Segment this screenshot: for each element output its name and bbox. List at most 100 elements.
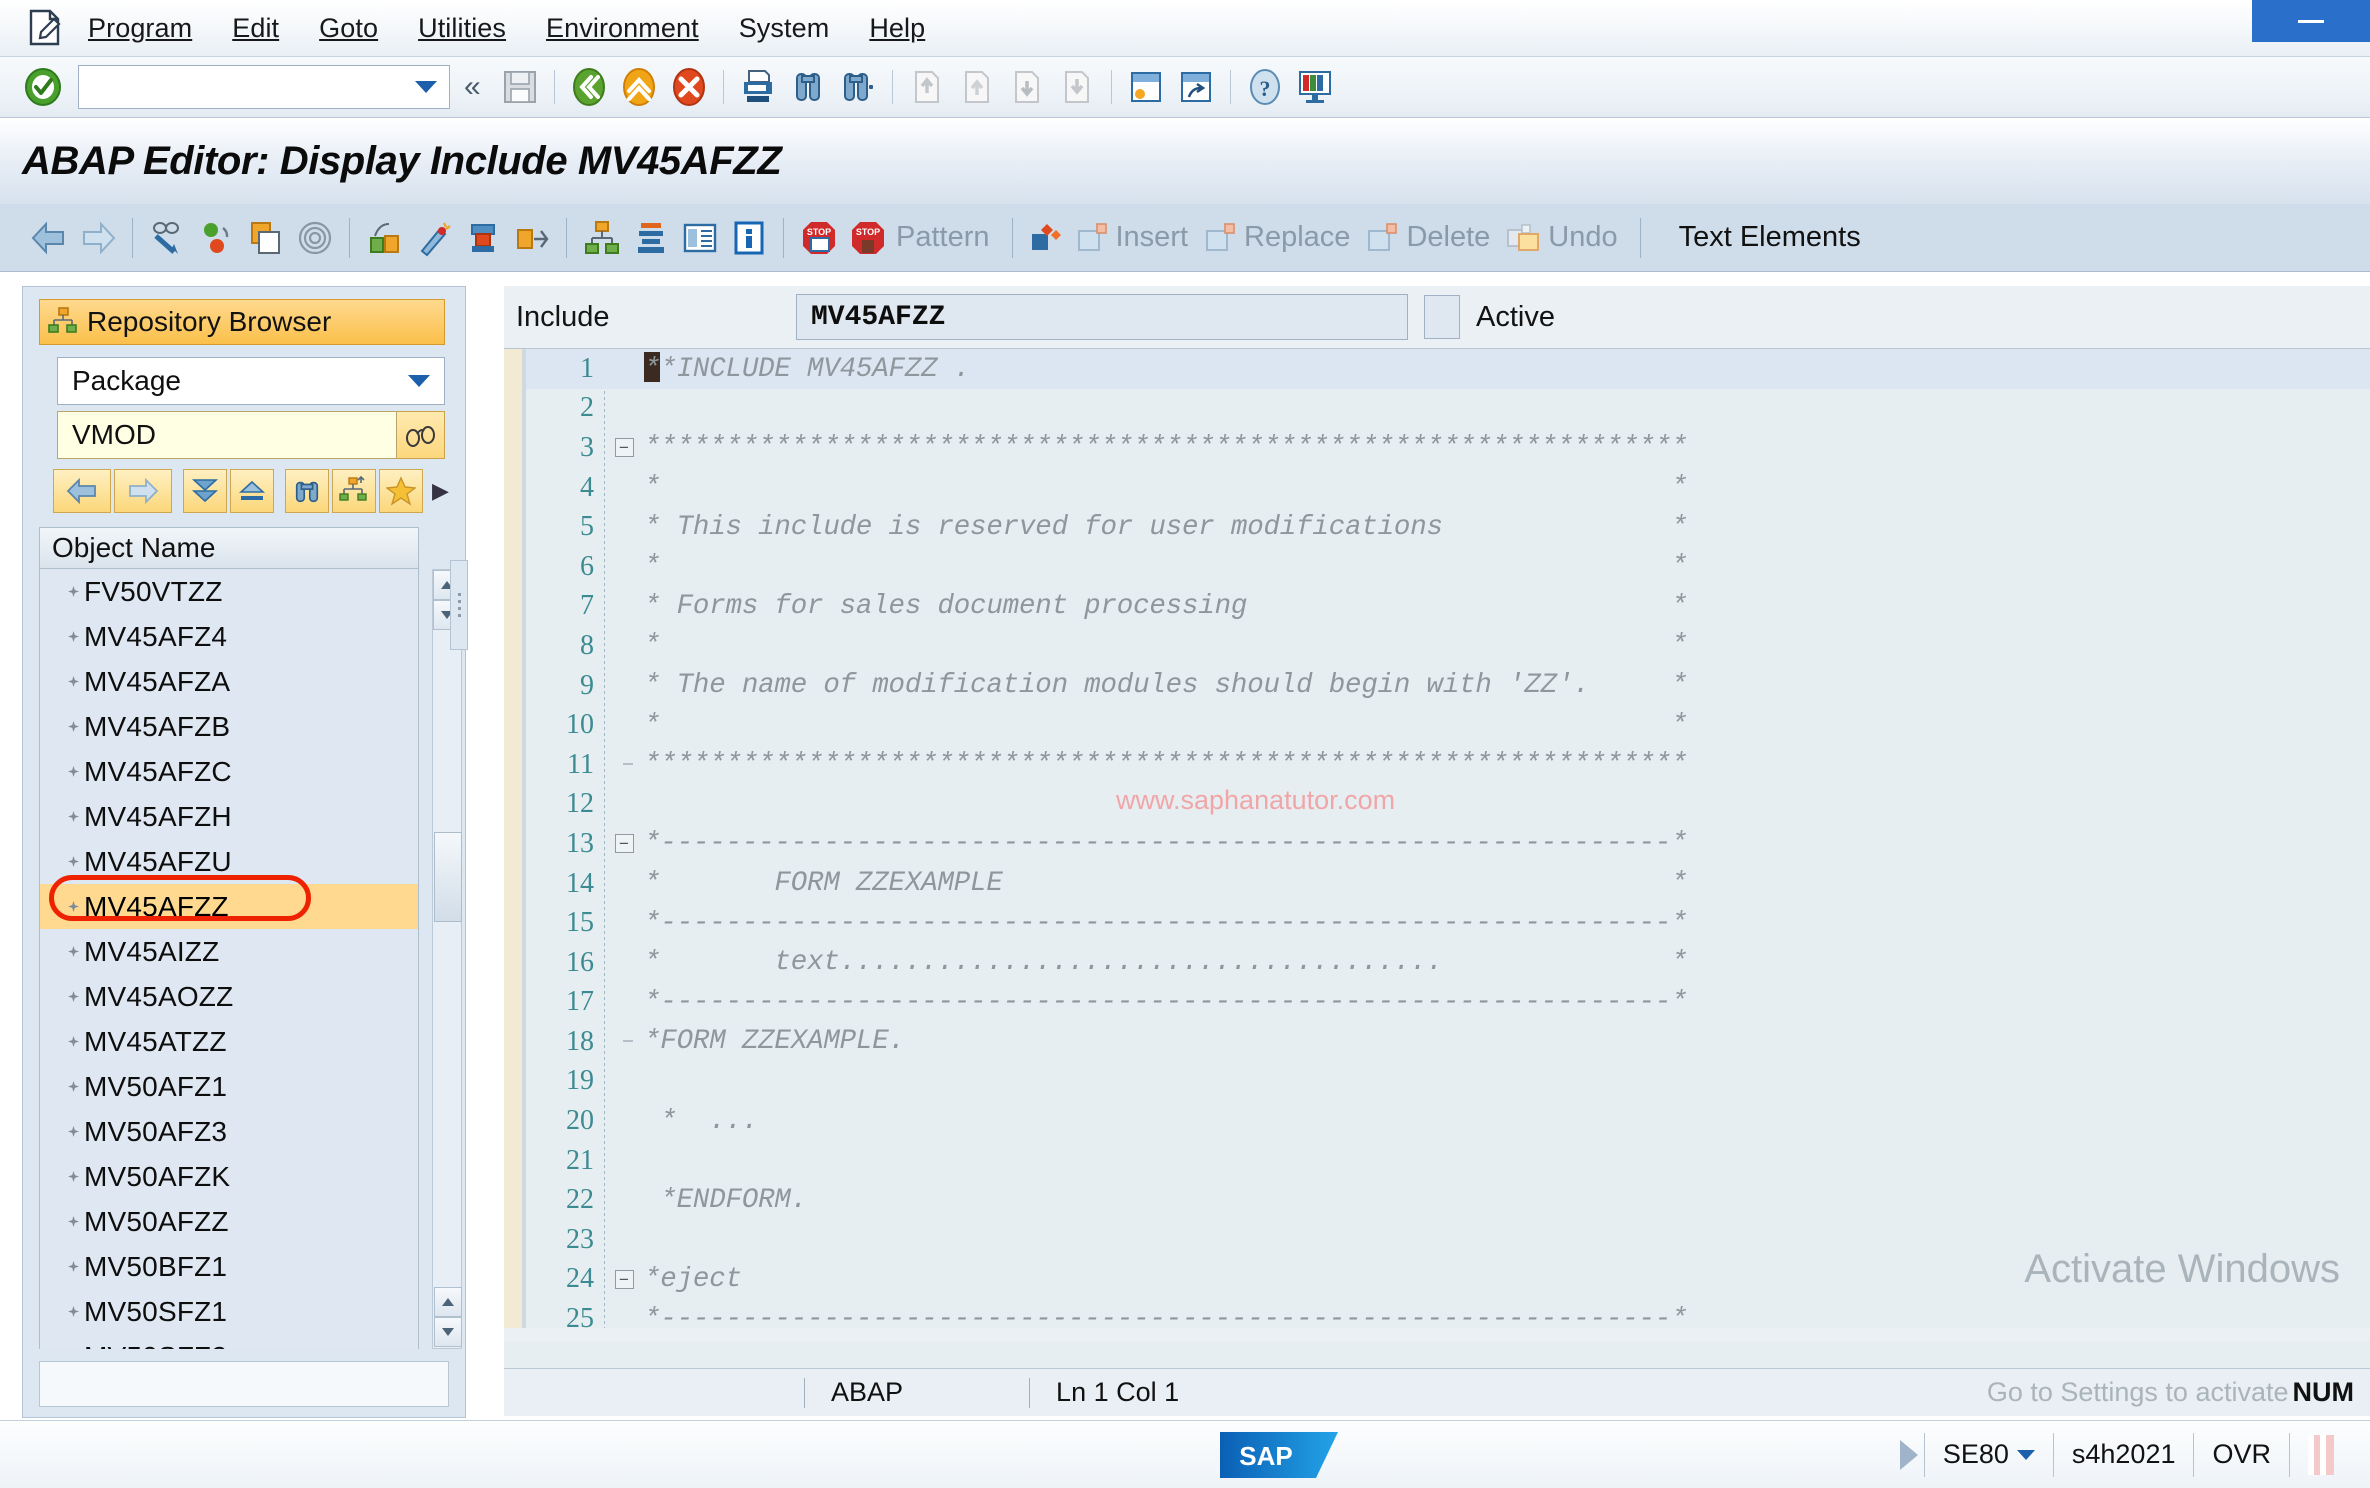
cancel-icon[interactable] <box>664 62 714 112</box>
menu-item-environment[interactable]: Environment <box>526 0 719 56</box>
create-shortcut-icon[interactable] <box>1171 62 1221 112</box>
code-line[interactable]: 22 *ENDFORM. <box>526 1180 2370 1220</box>
list-item[interactable]: MV45AFZH <box>40 794 418 839</box>
customize-layout-icon[interactable] <box>1290 62 1340 112</box>
previous-page-icon[interactable] <box>952 62 1002 112</box>
list-item-selected[interactable]: MV45AFZZ <box>40 884 418 929</box>
help-icon[interactable]: ? <box>1240 62 1290 112</box>
object-list-button[interactable] <box>332 469 376 513</box>
scroll-down-button-2[interactable] <box>434 1317 462 1347</box>
list-item[interactable]: MV50AFZZ <box>40 1199 418 1244</box>
code-line[interactable]: 4 * * <box>526 468 2370 508</box>
code-line[interactable]: 2 <box>526 389 2370 429</box>
code-editor[interactable]: 1 **INCLUDE MV45AFZZ . 2 3− ****************… <box>504 348 2370 1328</box>
list-item[interactable]: MV45AFZ4 <box>40 614 418 659</box>
code-line[interactable]: 11 **************************************… <box>526 745 2370 785</box>
panel-splitter[interactable] <box>450 560 468 650</box>
list-item[interactable]: MV45AOZZ <box>40 974 418 1019</box>
find-next-icon[interactable] <box>833 62 883 112</box>
code-line[interactable]: 5 * This include is reserved for user mod… <box>526 507 2370 547</box>
navigate-icon[interactable] <box>507 212 556 264</box>
first-page-icon[interactable] <box>902 62 952 112</box>
code-line[interactable]: 23 <box>526 1220 2370 1260</box>
code-line[interactable]: 17 *-------------------------------------… <box>526 983 2370 1023</box>
resize-grip-cell[interactable] <box>2289 1432 2352 1477</box>
nav-back-button[interactable] <box>53 469 111 513</box>
fold-column[interactable]: − <box>604 438 644 458</box>
display-change-icon[interactable] <box>143 212 192 264</box>
code-line[interactable]: 25 *-------------------------------------… <box>526 1299 2370 1328</box>
object-list-icon[interactable] <box>577 212 626 264</box>
copy-object-icon[interactable] <box>241 212 290 264</box>
transaction-code-cell[interactable]: SE80 <box>1923 1432 2053 1477</box>
where-used-icon[interactable] <box>290 212 339 264</box>
menu-item-edit[interactable]: Edit <box>212 0 299 56</box>
list-item[interactable]: MV45ATZZ <box>40 1019 418 1064</box>
back-arrow-icon[interactable] <box>24 212 73 264</box>
list-item[interactable]: MV45AFZB <box>40 704 418 749</box>
nav-forward-button[interactable] <box>114 469 172 513</box>
code-line[interactable]: 16 * text................................… <box>526 943 2370 983</box>
outline-icon[interactable] <box>626 212 675 264</box>
list-item[interactable]: MV45AFZA <box>40 659 418 704</box>
editor-horizontal-scroll-area[interactable] <box>504 1342 2370 1368</box>
code-line[interactable]: 19 <box>526 1062 2370 1102</box>
list-item[interactable]: MV45AFZC <box>40 749 418 794</box>
document-edit-icon[interactable] <box>22 9 68 47</box>
exit-icon[interactable] <box>614 62 664 112</box>
menu-item-help[interactable]: Help <box>849 0 945 56</box>
fold-collapse-icon[interactable]: − <box>614 438 634 458</box>
split-screen-icon[interactable] <box>675 212 724 264</box>
list-item[interactable]: FV50VTZZ <box>40 569 418 614</box>
pattern-button[interactable]: Pattern <box>892 221 1002 254</box>
forward-arrow-icon[interactable] <box>73 212 122 264</box>
chevron-down-icon[interactable] <box>2016 1449 2035 1460</box>
menu-item-goto[interactable]: Goto <box>299 0 398 56</box>
code-line[interactable]: 21 <box>526 1141 2370 1181</box>
list-item[interactable]: MV50AFZ1 <box>40 1064 418 1109</box>
check-icon[interactable] <box>360 212 409 264</box>
code-line[interactable]: 18 *FORM ZZEXAMPLE. <box>526 1022 2370 1062</box>
find-button[interactable] <box>285 469 329 513</box>
code-line[interactable]: 6 * * <box>526 547 2370 587</box>
fold-collapse-icon[interactable]: − <box>614 834 634 854</box>
package-name-input[interactable]: VMOD <box>57 411 397 459</box>
replace-button[interactable]: Replace <box>1200 221 1362 255</box>
code-line[interactable]: 20 * ... <box>526 1101 2370 1141</box>
favorites-button[interactable] <box>379 469 423 513</box>
fold-column[interactable]: − <box>604 834 644 854</box>
create-session-icon[interactable] <box>1121 62 1171 112</box>
list-item[interactable]: MV50AFZ3 <box>40 1109 418 1154</box>
list-item[interactable]: MV50SFZ1 <box>40 1289 418 1334</box>
package-search-button[interactable] <box>397 411 445 459</box>
scroll-up-button-2[interactable] <box>434 1287 462 1317</box>
code-line[interactable]: 15 *-------------------------------------… <box>526 903 2370 943</box>
delete-button[interactable]: Delete <box>1362 221 1502 255</box>
code-line[interactable]: 9 * The name of modification modules shou… <box>526 666 2370 706</box>
next-page-icon[interactable] <box>1002 62 1052 112</box>
breakpoint-icon[interactable]: STOP <box>794 212 843 264</box>
list-item[interactable]: MV50BFZ1 <box>40 1244 418 1289</box>
object-list[interactable]: FV50VTZZ MV45AFZ4 MV45AFZA MV45AFZB MV45AFZC… <box>39 569 419 1349</box>
green-check-icon[interactable] <box>22 66 64 108</box>
code-line[interactable]: 12 www.saphanatutor.com <box>526 785 2370 825</box>
menu-item-program[interactable]: Program <box>68 0 212 56</box>
menu-item-utilities[interactable]: Utilities <box>398 0 526 56</box>
object-type-select[interactable]: Package <box>57 357 445 405</box>
code-line[interactable]: 24− *eject <box>526 1260 2370 1300</box>
print-icon[interactable] <box>733 62 783 112</box>
scroll-thumb[interactable] <box>434 832 462 922</box>
input-mode-cell[interactable]: OVR <box>2193 1432 2289 1477</box>
text-elements-button[interactable]: Text Elements <box>1651 221 1873 254</box>
code-line[interactable]: 10 * * <box>526 705 2370 745</box>
fold-collapse-icon[interactable]: − <box>614 1269 634 1289</box>
expand-all-button[interactable] <box>183 469 227 513</box>
code-line[interactable]: 14 * FORM ZZEXAMPLE * <box>526 864 2370 904</box>
chevron-down-icon[interactable] <box>408 375 430 387</box>
pretty-printer-icon[interactable] <box>409 212 458 264</box>
repository-browser-header[interactable]: Repository Browser <box>39 299 445 345</box>
code-line[interactable]: 1 **INCLUDE MV45AFZZ . <box>526 349 2370 389</box>
pattern-stack-icon[interactable] <box>1023 212 1072 264</box>
chevron-right-icon[interactable]: ▶ <box>432 478 449 504</box>
list-item[interactable]: MV50AFZK <box>40 1154 418 1199</box>
